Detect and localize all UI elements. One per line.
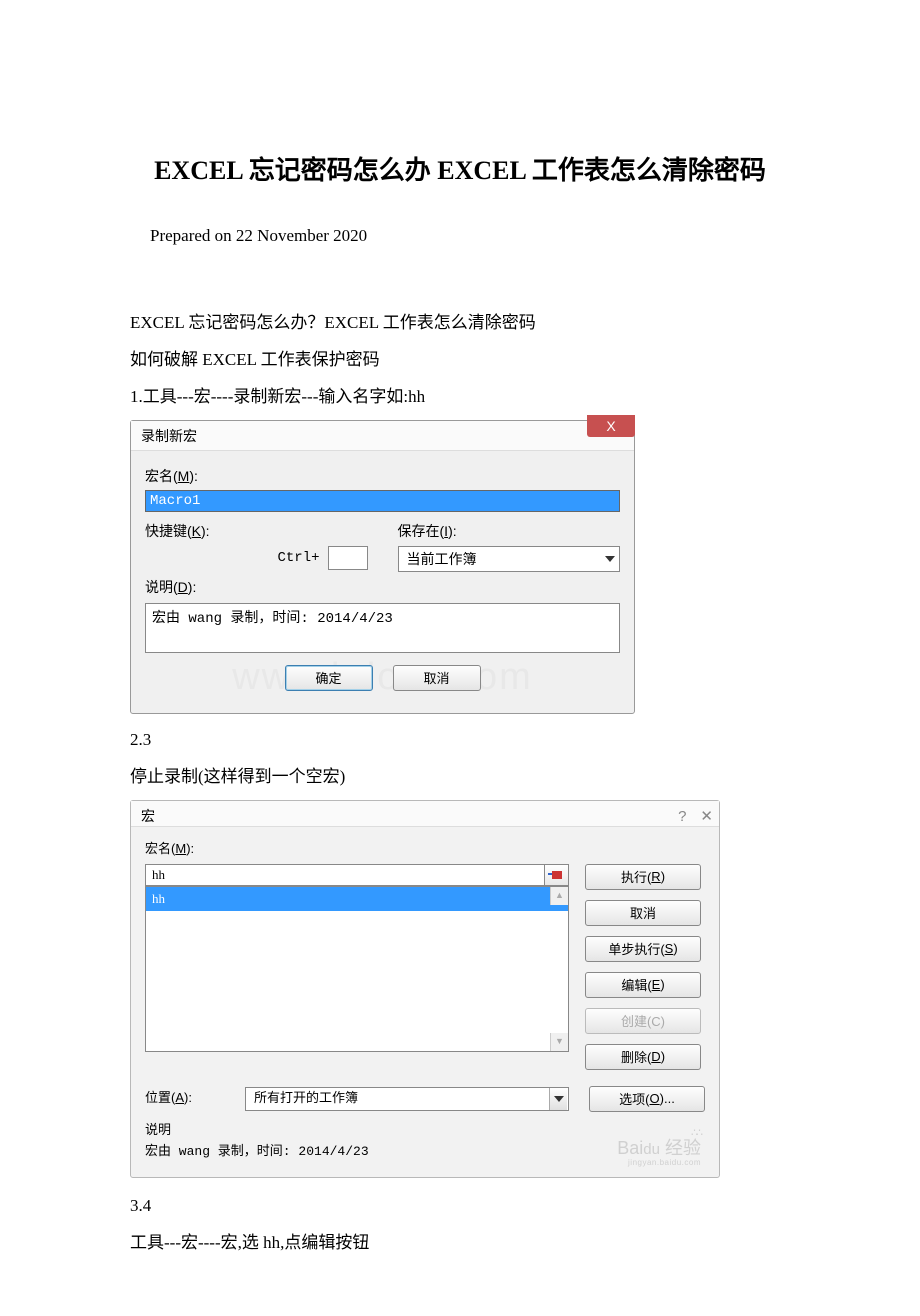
save-in-label: 保存在(I): bbox=[398, 520, 621, 542]
close-button[interactable]: X bbox=[587, 415, 635, 437]
location-select[interactable]: 所有打开的工作簿 bbox=[245, 1087, 569, 1111]
close-icon[interactable]: ✕ bbox=[700, 805, 713, 829]
scroll-down-icon[interactable]: ▼ bbox=[550, 1033, 568, 1051]
macro-list-dialog: 宏 ? ✕ 宏名(M): hh ▲ ▼ bbox=[130, 800, 720, 1178]
step-2-num: 2.3 bbox=[130, 726, 790, 753]
intro-line-1: EXCEL 忘记密码怎么办？EXCEL 工作表怎么清除密码 bbox=[130, 309, 790, 336]
location-label: 位置(A): bbox=[145, 1088, 225, 1109]
page-title: EXCEL 忘记密码怎么办 EXCEL 工作表怎么清除密码 bbox=[130, 150, 790, 192]
help-icon[interactable]: ? bbox=[678, 805, 686, 829]
edit-button[interactable]: 编辑(E) bbox=[585, 972, 701, 998]
macro-name-label-2: 宏名(M): bbox=[145, 841, 194, 856]
location-value: 所有打开的工作簿 bbox=[254, 1088, 358, 1109]
chevron-down-icon bbox=[605, 556, 615, 562]
shortcut-key-input[interactable] bbox=[328, 546, 368, 570]
run-button[interactable]: 执行(R) bbox=[585, 864, 701, 890]
watermark-text: www.bdocx.com bbox=[232, 647, 533, 708]
description-label: 说明(D): bbox=[145, 576, 620, 598]
dialog2-title-text: 宏 bbox=[141, 808, 155, 824]
reference-icon-button[interactable] bbox=[545, 864, 569, 886]
step-1: 1.工具---宏----录制新宏---输入名字如:hh bbox=[130, 383, 790, 410]
cancel-button-2[interactable]: 取消 bbox=[585, 900, 701, 926]
delete-button[interactable]: 删除(D) bbox=[585, 1044, 701, 1070]
prepared-date: Prepared on 22 November 2020 bbox=[150, 222, 790, 249]
macro-listbox[interactable]: hh ▲ ▼ bbox=[145, 886, 569, 1052]
macro-name-input[interactable] bbox=[145, 490, 620, 512]
shortcut-label: 快捷键(K): bbox=[145, 520, 368, 542]
step-3-num: 3.4 bbox=[130, 1192, 790, 1219]
ok-button[interactable]: 确定 bbox=[285, 665, 373, 691]
macro-name-field[interactable] bbox=[145, 864, 545, 886]
dialog2-titlebar: 宏 ? ✕ bbox=[131, 801, 719, 827]
ctrl-plus-label: Ctrl+ bbox=[145, 547, 320, 569]
save-in-value: 当前工作簿 bbox=[407, 548, 477, 570]
chevron-down-icon bbox=[549, 1088, 567, 1110]
cancel-button[interactable]: 取消 bbox=[393, 665, 481, 691]
options-button[interactable]: 选项(O)... bbox=[589, 1086, 705, 1112]
record-macro-dialog: 录制新宏 X 宏名(M): 快捷键(K): Ctrl+ 保存在(I): bbox=[130, 420, 635, 713]
save-in-select[interactable]: 当前工作簿 bbox=[398, 546, 621, 572]
intro-line-2: 如何破解 EXCEL 工作表保护密码 bbox=[130, 346, 790, 373]
reference-icon bbox=[552, 871, 562, 879]
baidu-watermark: ∴∴ Baidu 经验 jingyan.baidu.com bbox=[617, 1121, 701, 1167]
step-2-text: 停止录制(这样得到一个空宏) bbox=[130, 763, 790, 790]
step-3-text: 工具---宏----宏,选 hh,点编辑按钮 bbox=[130, 1229, 790, 1256]
description-input[interactable]: 宏由 wang 录制，时间: 2014/4/23 bbox=[145, 603, 620, 653]
macro-name-label: 宏名(M): bbox=[145, 465, 620, 487]
dialog-title-text: 录制新宏 bbox=[141, 428, 197, 444]
dialog-titlebar: 录制新宏 X bbox=[131, 421, 634, 451]
macro-list-item-selected[interactable]: hh bbox=[146, 887, 568, 912]
scroll-up-icon[interactable]: ▲ bbox=[550, 887, 568, 905]
create-button: 创建(C) bbox=[585, 1008, 701, 1034]
step-into-button[interactable]: 单步执行(S) bbox=[585, 936, 701, 962]
